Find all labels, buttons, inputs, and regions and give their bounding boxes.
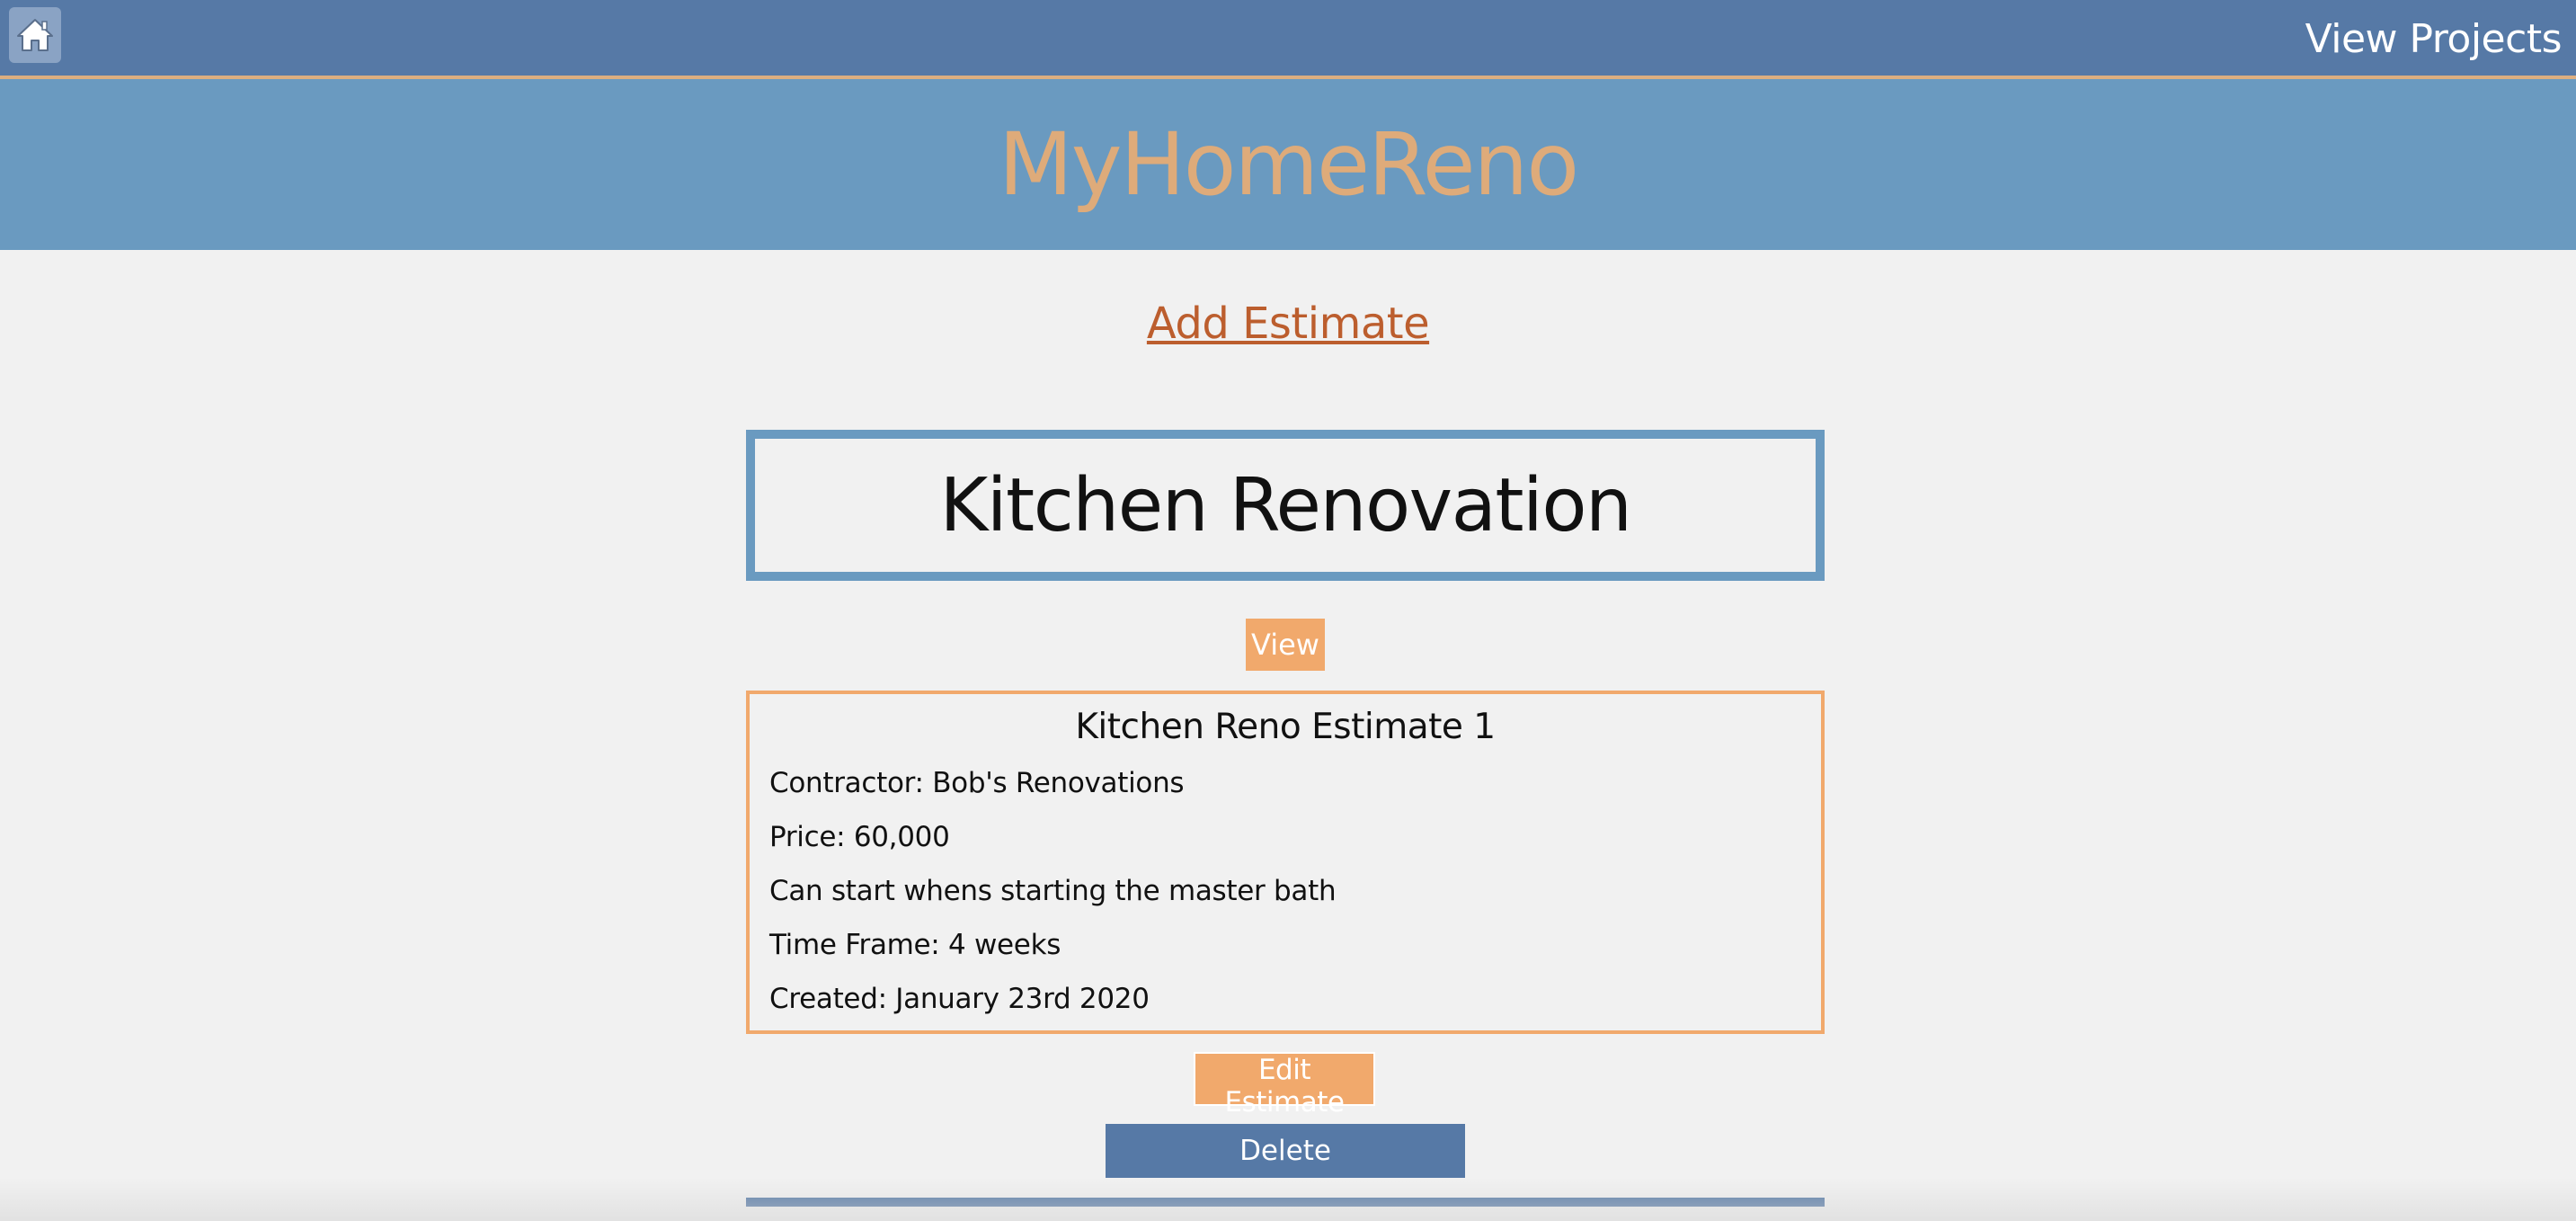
view-project-button[interactable]: View: [1246, 619, 1325, 671]
top-nav-bar: View Projects: [0, 0, 2576, 79]
estimate-card: Kitchen Reno Estimate 1 Contractor: Bob'…: [746, 691, 1825, 1034]
app-title: MyHomeReno: [998, 114, 1579, 215]
estimate-contractor: Contractor: Bob's Renovations: [769, 767, 1185, 799]
estimate-created: Created: January 23rd 2020: [769, 983, 1150, 1015]
estimate-time-frame: Time Frame: 4 weeks: [769, 929, 1061, 961]
estimate-price: Price: 60,000: [769, 821, 950, 853]
home-icon: [14, 14, 56, 56]
brand-header: MyHomeReno: [0, 79, 2576, 250]
estimate-note: Can start whens starting the master bath: [769, 875, 1337, 907]
home-button[interactable]: [9, 7, 61, 63]
add-estimate-row: Add Estimate: [0, 299, 2576, 349]
project-title: Kitchen Renovation: [939, 462, 1632, 548]
delete-estimate-button[interactable]: Delete: [1106, 1124, 1465, 1178]
section-divider: [746, 1198, 1825, 1207]
edit-estimate-button[interactable]: Edit Estimate: [1194, 1052, 1375, 1119]
view-projects-link[interactable]: View Projects: [2305, 16, 2563, 62]
add-estimate-link[interactable]: Add Estimate: [1147, 299, 1430, 349]
estimate-title: Kitchen Reno Estimate 1: [1075, 707, 1496, 747]
project-title-box: Kitchen Renovation: [746, 430, 1825, 581]
